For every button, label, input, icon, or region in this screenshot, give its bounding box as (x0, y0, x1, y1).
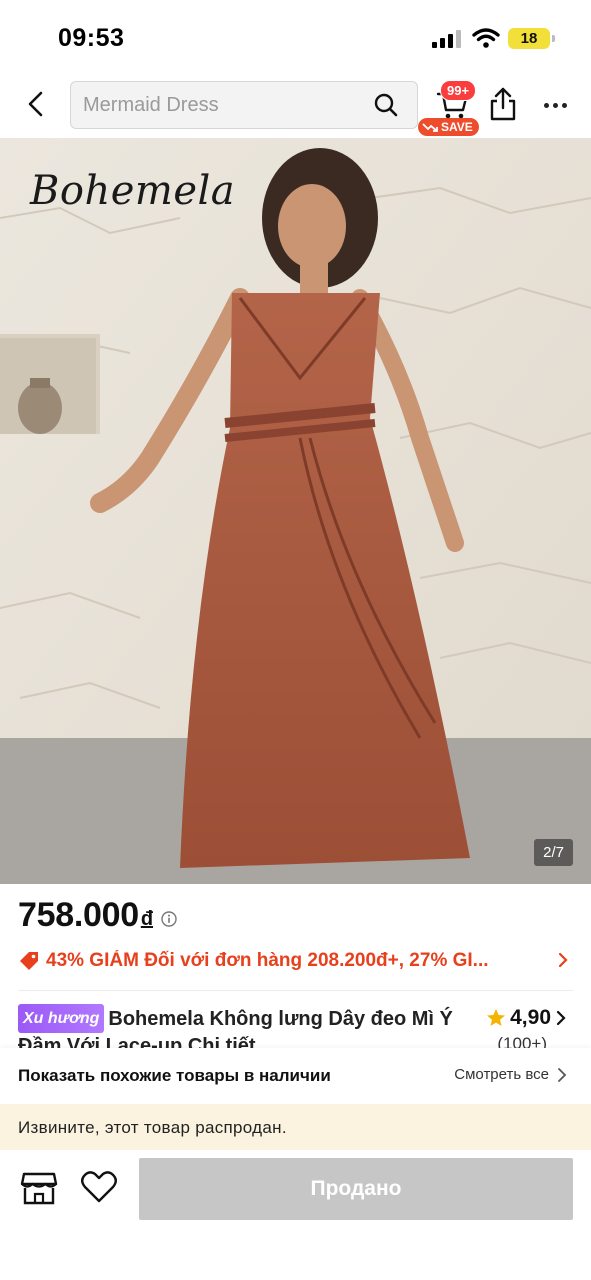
heart-icon (81, 1171, 117, 1203)
product-image[interactable]: Bohemela 2/7 (0, 138, 591, 884)
view-all-link[interactable]: Смотреть все (454, 1066, 567, 1083)
status-time: 09:53 (58, 24, 125, 52)
back-chevron-icon (28, 91, 43, 117)
sold-out-button[interactable]: Продано (139, 1158, 573, 1220)
cart-button[interactable]: 99+ SAVE (418, 80, 484, 136)
trend-down-icon (422, 123, 438, 132)
price-amount: 758.000 (18, 896, 139, 934)
cart-count-badge: 99+ (440, 80, 477, 101)
chevron-right-icon (558, 1067, 567, 1082)
search-icon[interactable] (373, 92, 399, 118)
star-icon (487, 1009, 506, 1026)
back-button[interactable] (18, 86, 54, 122)
save-label: SAVE (441, 120, 473, 134)
save-badge: SAVE (418, 118, 479, 136)
title-row[interactable]: Xu hương Bohemela Không lưng Dây đeo Mì Ý… (18, 1004, 573, 1050)
product-title: Xu hương Bohemela Không lưng Dây đeo Mì Ý… (18, 1004, 463, 1050)
bottom-action-bar: Продано (0, 1150, 591, 1280)
search-input[interactable] (83, 82, 363, 128)
header: 99+ SAVE (0, 76, 591, 138)
more-icon[interactable] (538, 90, 572, 120)
wishlist-button[interactable] (80, 1170, 120, 1210)
search-box[interactable] (70, 81, 418, 129)
status-bar: 09:53 18 (0, 0, 591, 76)
info-icon[interactable] (161, 911, 177, 927)
sold-out-notice: Извините, этот товар распродан. (0, 1104, 591, 1150)
sold-out-notice-text: Извините, этот товар распродан. (18, 1118, 287, 1137)
share-button[interactable] (488, 86, 520, 124)
rating-value: 4,90 (510, 1006, 551, 1029)
brand-logo: Bohemela (30, 168, 236, 214)
chevron-right-icon (558, 952, 568, 968)
battery-indicator: 18 (508, 28, 555, 49)
price-currency: đ (140, 908, 154, 930)
battery-level: 18 (520, 30, 538, 47)
share-icon (490, 87, 516, 121)
price-tag-icon (20, 952, 38, 970)
rating-block[interactable]: 4,90 (100+) (467, 1006, 567, 1050)
image-counter: 2/7 (534, 839, 573, 866)
promo-text: 43% GIẢM Đối với đơn hàng 208.200đ+, 27%… (46, 950, 489, 971)
trend-badge: Xu hương (18, 1004, 105, 1033)
store-button[interactable] (20, 1170, 60, 1210)
chevron-right-icon (556, 1010, 566, 1026)
promo-row[interactable]: 43% GIẢM Đối với đơn hàng 208.200đ+, 27%… (18, 946, 573, 976)
store-icon (20, 1172, 58, 1205)
divider (18, 990, 573, 991)
product-photo (0, 138, 591, 884)
wifi-icon (472, 28, 500, 48)
price-row: 758.000 đ (18, 896, 177, 935)
view-all-label: Смотреть все (454, 1066, 549, 1083)
cellular-signal-icon (432, 30, 461, 48)
similar-products-title: Показать похожие товары в наличии (18, 1066, 331, 1085)
similar-products-bar[interactable]: Показать похожие товары в наличии Смотре… (0, 1048, 591, 1104)
